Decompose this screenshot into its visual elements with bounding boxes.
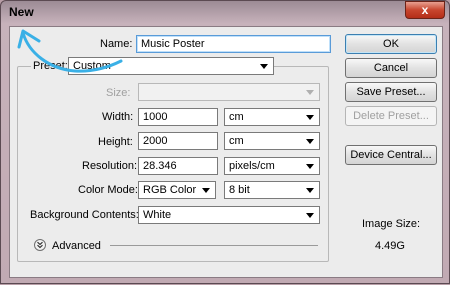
chevron-down-icon bbox=[306, 139, 314, 144]
chevron-down-icon bbox=[306, 164, 314, 169]
chevron-down-icon bbox=[306, 188, 314, 193]
height-label: Height: bbox=[98, 136, 133, 148]
close-button[interactable]: x bbox=[405, 1, 445, 19]
window-title: New bbox=[9, 5, 34, 19]
name-field[interactable]: Music Poster bbox=[136, 35, 331, 53]
chevron-down-icon bbox=[306, 213, 314, 218]
width-label: Width: bbox=[102, 111, 134, 123]
chevron-down-icon bbox=[202, 188, 210, 193]
resolution-unit-value: pixels/cm bbox=[229, 160, 275, 172]
width-unit-select[interactable]: cm bbox=[224, 108, 320, 126]
image-size-value: 4.49G bbox=[375, 240, 405, 252]
advanced-divider bbox=[110, 245, 318, 246]
height-unit-value: cm bbox=[229, 135, 244, 147]
chevron-down-icon bbox=[306, 90, 314, 95]
color-mode-select[interactable]: RGB Color bbox=[138, 181, 216, 199]
advanced-toggle-label[interactable]: Advanced bbox=[52, 240, 101, 252]
size-label: Size: bbox=[106, 87, 131, 99]
width-field[interactable]: 1000 bbox=[138, 108, 218, 126]
bit-depth-select[interactable]: 8 bit bbox=[224, 181, 320, 199]
delete-preset-button[interactable]: Delete Preset... bbox=[345, 106, 437, 126]
preset-value: Custom bbox=[73, 60, 111, 72]
background-contents-select[interactable]: White bbox=[138, 206, 320, 224]
save-preset-button[interactable]: Save Preset... bbox=[345, 82, 437, 102]
color-mode-value: RGB Color bbox=[143, 184, 197, 196]
close-icon: x bbox=[421, 3, 429, 17]
preset-label: Preset: bbox=[31, 60, 70, 72]
color-mode-label: Color Mode: bbox=[78, 184, 138, 196]
ok-button[interactable]: OK bbox=[345, 34, 437, 54]
height-unit-select[interactable]: cm bbox=[224, 132, 320, 150]
cancel-button[interactable]: Cancel bbox=[345, 58, 437, 78]
background-contents-value: White bbox=[143, 209, 172, 221]
size-select[interactable] bbox=[138, 83, 320, 101]
width-unit-value: cm bbox=[229, 111, 244, 123]
new-document-dialog: New x Name: Music Poster Preset: Custom … bbox=[0, 0, 450, 284]
name-label: Name: bbox=[100, 38, 133, 50]
dialog-body: Name: Music Poster Preset: Custom Size: … bbox=[9, 26, 443, 278]
background-contents-label: Background Contents: bbox=[30, 209, 139, 221]
title-bar[interactable]: New x bbox=[1, 1, 449, 25]
resolution-unit-select[interactable]: pixels/cm bbox=[224, 157, 320, 175]
height-field[interactable]: 2000 bbox=[138, 132, 218, 150]
resolution-field[interactable]: 28.346 bbox=[138, 157, 218, 175]
resolution-label: Resolution: bbox=[82, 160, 138, 172]
chevron-down-icon bbox=[306, 115, 314, 120]
chevron-down-icon bbox=[260, 64, 268, 69]
double-chevron-down-icon[interactable] bbox=[34, 239, 46, 251]
preset-select[interactable]: Custom bbox=[68, 57, 274, 75]
bit-depth-value: 8 bit bbox=[229, 184, 250, 196]
image-size-label: Image Size: bbox=[362, 218, 421, 230]
device-central-button[interactable]: Device Central... bbox=[345, 145, 437, 165]
